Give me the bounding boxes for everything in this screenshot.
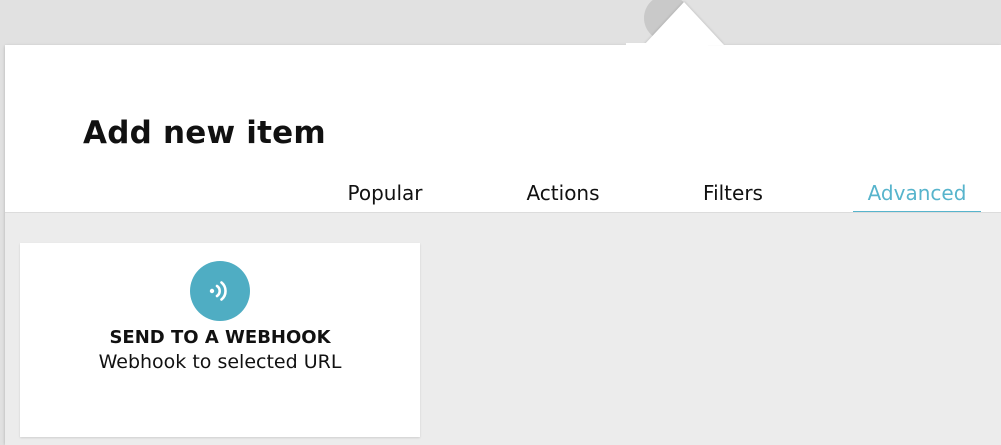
tab-advanced[interactable]: Advanced xyxy=(853,181,981,214)
webhook-item-card[interactable]: SEND TO A WEBHOOK Webhook to selected UR… xyxy=(20,243,420,437)
category-tabs: Popular Actions Filters Advanced xyxy=(5,181,1001,214)
webhook-signal-icon xyxy=(190,261,250,321)
add-item-dialog: Add new item Popular Actions Filters Adv… xyxy=(5,45,1001,445)
tab-popular[interactable]: Popular xyxy=(325,181,445,211)
dialog-pointer xyxy=(644,2,724,45)
item-description: Webhook to selected URL xyxy=(98,351,342,373)
item-list: SEND TO A WEBHOOK Webhook to selected UR… xyxy=(5,212,1001,445)
dialog-title: Add new item xyxy=(83,115,326,151)
tab-actions[interactable]: Actions xyxy=(503,181,623,211)
item-title: SEND TO A WEBHOOK xyxy=(109,327,331,348)
tab-filters[interactable]: Filters xyxy=(673,181,793,211)
